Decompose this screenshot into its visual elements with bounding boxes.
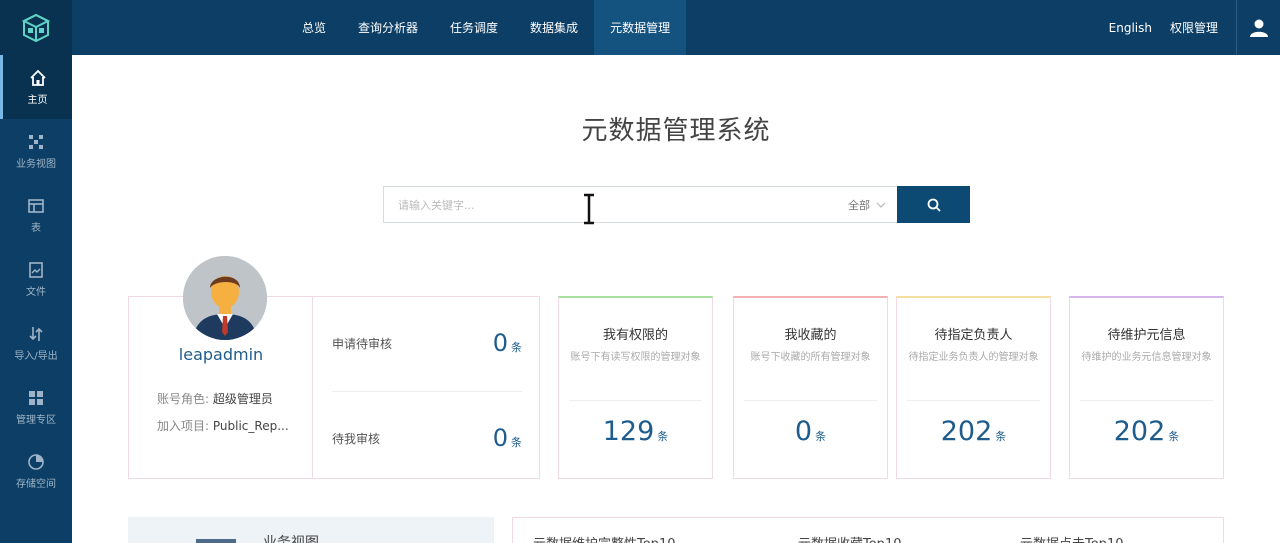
stat-title: 待指定负责人 [934,328,1013,343]
business-view-icon [29,134,43,149]
home-icon [29,69,46,86]
stat-title: 我有权限的 [602,328,668,343]
username[interactable]: leapadmin [129,345,313,364]
divider [1080,400,1213,401]
sidebar-item-business-view[interactable]: 业务视图 [0,119,72,183]
search-scope-select[interactable]: 全部 [837,186,897,223]
divider [569,400,702,401]
sidebar-item-label: 管理专区 [16,414,56,426]
pending-review-count: 0条 [492,424,522,452]
avatar[interactable] [183,256,267,340]
stat-card-pending-owner[interactable]: 待指定负责人 待指定业务负责人的管理对象 202 条 [896,296,1051,479]
sidebar-item-table[interactable]: 表 [0,183,72,247]
user-icon[interactable] [1236,0,1280,55]
page-title: 元数据管理系统 [581,116,771,146]
sidebar-item-import-export[interactable]: 导入/导出 [0,311,72,375]
search-bar: 请输入关键字... 全部 [383,186,970,223]
pending-counts: 申请待审核 0条 待我审核 0条 [314,297,540,478]
stat-card-my-permissions[interactable]: 我有权限的 账号下有读写权限的管理对象 129 条 [558,296,713,479]
pending-apply-count: 0条 [492,329,522,357]
account-role: 账号角色: 超级管理员 [157,390,273,407]
main-nav: 总览 查询分析器 任务调度 数据集成 元数据管理 [286,0,687,55]
stat-count: 129 条 [602,416,669,447]
manage-icon [29,390,43,405]
stat-desc: 账号下有读写权限的管理对象 [570,352,701,363]
stat-count: 202 条 [1113,416,1180,447]
sidebar-item-home[interactable]: 主页 [0,55,72,119]
sidebar-item-label: 主页 [27,94,48,106]
nav-overview[interactable]: 总览 [286,0,342,55]
nav-task-scheduling[interactable]: 任务调度 [434,0,514,55]
search-input[interactable]: 请输入关键字... [383,186,837,223]
nav-data-integration[interactable]: 数据集成 [514,0,594,55]
sidebar-item-storage[interactable]: 存储空间 [0,439,72,503]
pending-review-label: 待我审核 [332,431,381,446]
divider [332,391,522,392]
joined-project: 加入项目: Public_Rep... [157,417,289,434]
table-icon [28,198,44,213]
sidebar-item-label: 文件 [26,286,46,298]
top-bar: 总览 查询分析器 任务调度 数据集成 元数据管理 English 权限管理 [0,0,1280,55]
stat-desc: 账号下收藏的所有管理对象 [750,352,871,363]
search-scope-label: 全部 [848,198,870,212]
permission-management-link[interactable]: 权限管理 [1170,19,1218,36]
search-icon [927,198,941,212]
tab-favorites-top10[interactable]: 元数据收藏Top10 [798,533,901,543]
tab-integrity-top10[interactable]: 元数据维护完整性Top10 [533,533,675,543]
sidebar: 主页 业务视图 表 文件 导入/导出 管理专区 存储空间 [0,55,72,543]
nav-metadata-management[interactable]: 元数据管理 [594,0,687,55]
pending-apply-label: 申请待审核 [332,336,393,351]
stat-desc: 待维护的业务元信息管理对象 [1081,352,1212,363]
sidebar-item-label: 业务视图 [16,158,56,170]
pending-review-row[interactable]: 待我审核 0条 [332,418,522,458]
pending-apply-row[interactable]: 申请待审核 0条 [332,323,522,363]
divider [907,400,1040,401]
stat-count: 202 条 [940,416,1007,447]
stat-card-pending-metadata[interactable]: 待维护元信息 待维护的业务元信息管理对象 202 条 [1069,296,1224,479]
sidebar-item-label: 导入/导出 [14,350,58,362]
stat-desc: 待指定业务负责人的管理对象 [908,352,1039,363]
account-role-value: 超级管理员 [212,392,273,406]
sidebar-item-file[interactable]: 文件 [0,247,72,311]
app-logo-icon[interactable] [0,0,72,55]
joined-project-value: Public_Rep... [212,419,289,433]
sidebar-item-management[interactable]: 管理专区 [0,375,72,439]
business-view-panel-title: 业务视图 [263,535,319,543]
stat-title: 我收藏的 [784,328,837,343]
sidebar-item-label: 存储空间 [16,478,56,490]
storage-icon [28,453,44,470]
stat-count: 0条 [794,416,827,447]
file-icon [29,261,43,278]
nav-query-analyzer[interactable]: 查询分析器 [342,0,434,55]
stat-title: 待维护元信息 [1107,328,1186,343]
text-cursor-icon [584,193,594,225]
chevron-down-icon [876,202,886,208]
language-switch[interactable]: English [1109,21,1152,35]
profile-card: leapadmin 账号角色: 超级管理员 加入项目: Public_Rep..… [128,296,540,479]
business-view-panel[interactable]: 业务视图 [128,517,494,543]
sidebar-item-label: 表 [31,222,41,234]
search-button[interactable] [897,186,970,223]
divider [744,400,877,401]
business-view-panel-icon [196,539,236,543]
import-export-icon [29,326,43,341]
stat-card-my-favorites[interactable]: 我收藏的 账号下收藏的所有管理对象 0条 [733,296,888,479]
tab-clicks-top10[interactable]: 元数据点击Top10 [1020,533,1123,543]
joined-project-label: 加入项目: [157,419,210,433]
account-role-label: 账号角色: [157,392,210,406]
top10-panel: 元数据维护完整性Top10 元数据收藏Top10 元数据点击Top10 [512,517,1224,543]
